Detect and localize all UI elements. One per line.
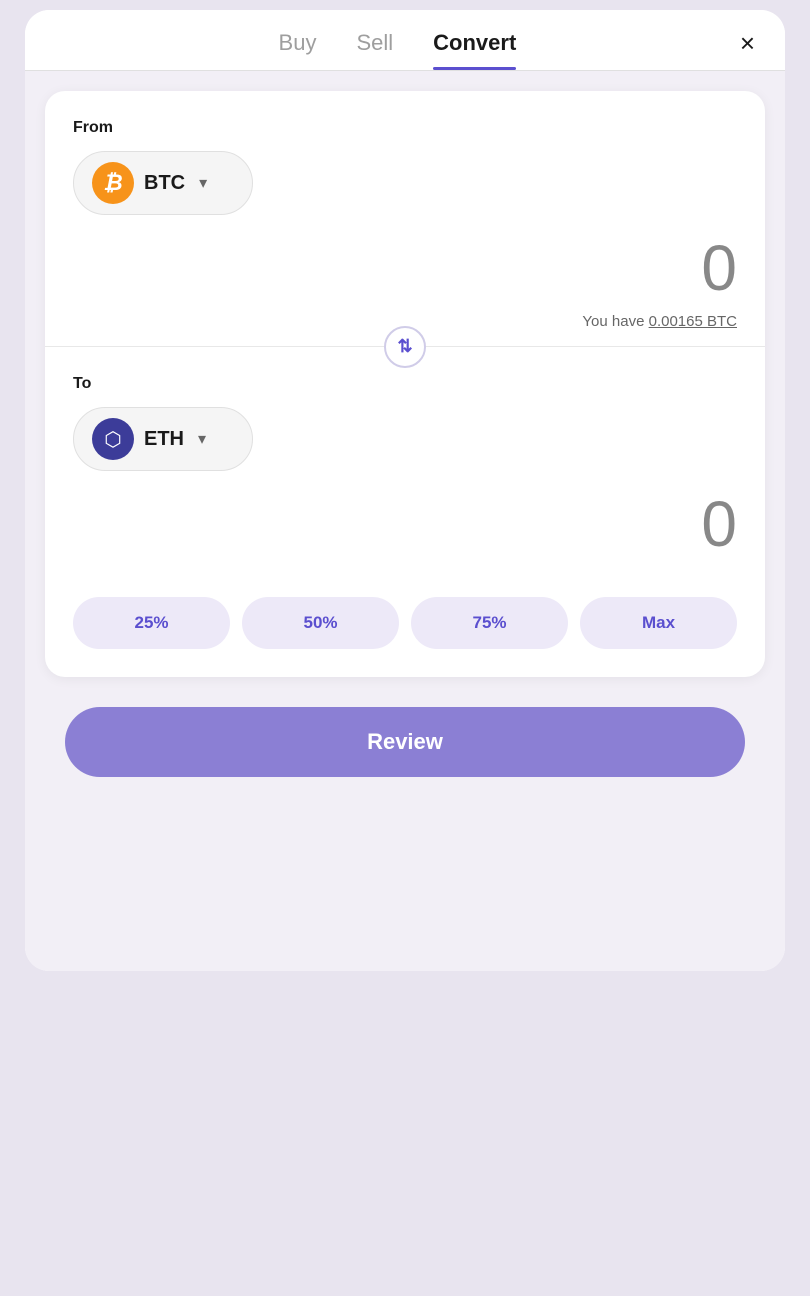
to-chevron-icon: ▾ [198,429,206,449]
to-label: To [73,375,737,393]
pct-25-button[interactable]: 25% [73,597,230,649]
pct-max-button[interactable]: Max [580,597,737,649]
pct-75-button[interactable]: 75% [411,597,568,649]
swap-arrows-icon: ⇅ [397,336,412,357]
btc-symbol: ₿ [103,170,122,196]
from-chevron-icon: ▾ [199,173,207,193]
from-label: From [73,119,737,137]
tab-bar: Buy Sell Convert [55,30,740,70]
from-currency-symbol: BTC [144,172,185,195]
modal-container: Buy Sell Convert × From ₿ BTC ▾ 0 [25,10,785,971]
tab-convert[interactable]: Convert [433,30,516,70]
content-area: From ₿ BTC ▾ 0 You have 0.00165 BTC ⇅ [25,71,785,971]
eth-symbol: ⬡ [104,427,121,452]
review-btn-wrapper: Review [45,677,765,797]
pct-50-button[interactable]: 50% [242,597,399,649]
balance-amount: 0.00165 BTC [649,313,737,330]
tab-sell[interactable]: Sell [356,30,393,70]
from-amount[interactable]: 0 [73,215,737,313]
close-button[interactable]: × [740,30,755,70]
from-currency-selector[interactable]: ₿ BTC ▾ [73,151,253,215]
swap-button[interactable]: ⇅ [384,326,426,368]
percentage-buttons: 25% 50% 75% Max [73,597,737,649]
balance-text: You have [582,313,644,330]
review-button[interactable]: Review [65,707,745,777]
to-section: To ⬡ ETH ▾ 0 [73,347,737,569]
eth-icon: ⬡ [92,418,134,460]
to-amount[interactable]: 0 [73,471,737,569]
main-card: From ₿ BTC ▾ 0 You have 0.00165 BTC ⇅ [45,91,765,677]
tab-header: Buy Sell Convert × [25,10,785,70]
btc-icon: ₿ [92,162,134,204]
tab-buy[interactable]: Buy [279,30,317,70]
to-currency-selector[interactable]: ⬡ ETH ▾ [73,407,253,471]
to-currency-symbol: ETH [144,428,184,451]
from-to-divider: ⇅ [45,346,765,347]
